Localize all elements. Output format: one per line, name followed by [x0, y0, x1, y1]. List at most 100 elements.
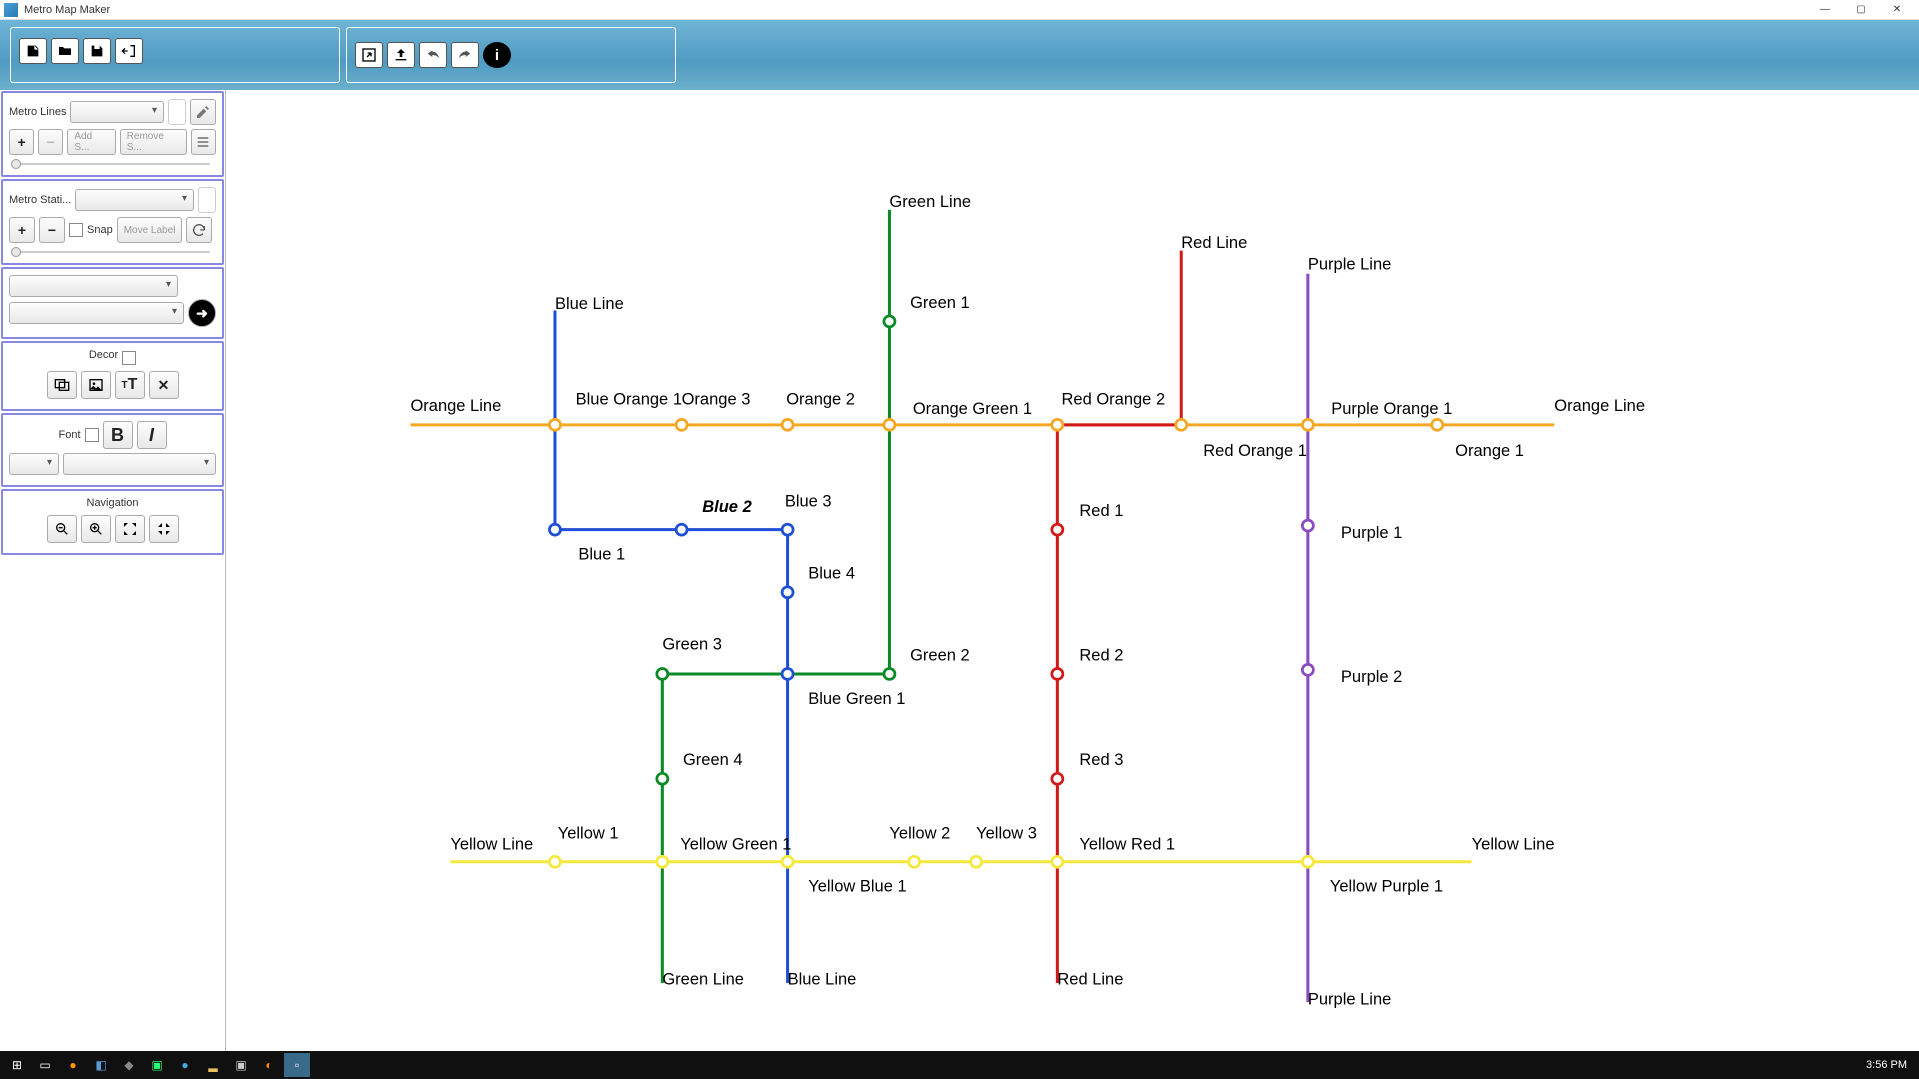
station-label[interactable]: Green 3 [662, 636, 722, 654]
station-marker[interactable] [657, 669, 668, 680]
station-label[interactable]: Blue 1 [578, 546, 625, 564]
background-color-button[interactable] [47, 371, 77, 399]
remove-line-button[interactable]: − [38, 129, 63, 155]
station-label[interactable]: Blue Orange 1 [576, 391, 682, 409]
open-button[interactable] [51, 38, 79, 64]
app-icon-4[interactable]: ● [172, 1053, 198, 1077]
station-label[interactable]: Red 1 [1079, 502, 1123, 520]
station-label[interactable]: Orange Green 1 [913, 400, 1032, 418]
find-route-button[interactable]: ➜ [188, 299, 216, 327]
station-label[interactable]: Yellow 3 [976, 825, 1037, 843]
station-marker[interactable] [884, 669, 895, 680]
station-marker[interactable] [782, 587, 793, 598]
station-size-slider[interactable] [9, 247, 216, 257]
station-marker[interactable] [1432, 419, 1443, 430]
station-label[interactable]: Red Orange 1 [1203, 442, 1307, 460]
font-family-dropdown[interactable] [63, 453, 216, 475]
rotate-label-button[interactable] [186, 217, 212, 243]
station-marker[interactable] [1052, 419, 1063, 430]
station-label[interactable]: Yellow Green 1 [680, 836, 791, 854]
station-marker[interactable] [657, 856, 668, 867]
station-marker[interactable] [1302, 664, 1313, 675]
station-label[interactable]: Yellow 1 [558, 825, 619, 843]
station-label[interactable]: Green 2 [910, 646, 970, 664]
station-label[interactable]: Blue Green 1 [808, 690, 905, 708]
station-marker[interactable] [1052, 773, 1063, 784]
maximize-button[interactable]: ▢ [1843, 0, 1879, 20]
station-marker[interactable] [676, 524, 687, 535]
exit-button[interactable] [115, 38, 143, 64]
station-marker[interactable] [782, 524, 793, 535]
station-marker[interactable] [549, 856, 560, 867]
station-marker[interactable] [1302, 856, 1313, 867]
add-station-button[interactable]: Add S... [67, 129, 115, 155]
font-color-swatch[interactable] [85, 428, 99, 442]
station-label[interactable]: Yellow 2 [889, 825, 950, 843]
station-label[interactable]: Blue 4 [808, 565, 855, 583]
expand-button[interactable] [115, 515, 145, 543]
station-label[interactable]: Yellow Purple 1 [1330, 878, 1443, 896]
export-button[interactable] [355, 42, 383, 68]
station-marker[interactable] [549, 524, 560, 535]
app-icon-5[interactable]: ▣ [228, 1053, 254, 1077]
snap-checkbox[interactable] [69, 223, 83, 237]
font-size-dropdown[interactable] [9, 453, 59, 475]
route-to-dropdown[interactable] [9, 302, 184, 324]
list-lines-button[interactable] [191, 129, 216, 155]
station-label[interactable]: Green 4 [683, 751, 743, 769]
station-label[interactable]: Red 3 [1079, 751, 1123, 769]
zoom-out-button[interactable] [47, 515, 77, 543]
undo-button[interactable] [419, 42, 447, 68]
station-marker[interactable] [782, 419, 793, 430]
app-icon-6[interactable]: ◐ [256, 1053, 282, 1077]
firefox-icon[interactable]: ● [60, 1053, 86, 1077]
station-label[interactable]: Blue 3 [785, 493, 832, 511]
station-label[interactable]: Purple 2 [1341, 668, 1402, 686]
add-station-btn[interactable]: + [9, 217, 35, 243]
app-icon-3[interactable]: ▣ [144, 1053, 170, 1077]
line-thickness-slider[interactable] [9, 159, 216, 169]
station-marker[interactable] [1176, 419, 1187, 430]
app-icon-2[interactable]: ◆ [116, 1053, 142, 1077]
station-marker[interactable] [782, 669, 793, 680]
app-icon-1[interactable]: ◧ [88, 1053, 114, 1077]
station-label[interactable]: Orange 1 [1455, 442, 1524, 460]
station-marker[interactable] [782, 856, 793, 867]
station-marker[interactable] [1052, 856, 1063, 867]
collapse-button[interactable] [149, 515, 179, 543]
station-marker[interactable] [1052, 524, 1063, 535]
start-button[interactable]: ⊞ [4, 1053, 30, 1077]
explorer-icon[interactable]: ▂ [200, 1053, 226, 1077]
station-label[interactable]: Red 2 [1079, 646, 1123, 664]
task-view-button[interactable]: ▭ [32, 1053, 58, 1077]
station-marker[interactable] [1302, 520, 1313, 531]
station-marker[interactable] [549, 419, 560, 430]
text-button[interactable]: TT [115, 371, 145, 399]
station-marker[interactable] [884, 419, 895, 430]
metro-stations-dropdown[interactable] [75, 189, 194, 211]
remove-station-btn[interactable]: − [39, 217, 65, 243]
bold-button[interactable]: B [103, 421, 133, 449]
metro-line[interactable] [662, 210, 889, 983]
italic-button[interactable]: I [137, 421, 167, 449]
station-marker[interactable] [884, 316, 895, 327]
map-canvas[interactable]: Orange LineOrange LineBlue LineBlue Line… [226, 90, 1919, 1051]
close-button[interactable]: ✕ [1879, 0, 1915, 20]
move-label-button[interactable]: Move Label [117, 217, 183, 243]
metro-line[interactable] [1057, 251, 1181, 983]
station-label[interactable]: Yellow Blue 1 [808, 878, 906, 896]
route-from-dropdown[interactable] [9, 275, 178, 297]
station-label[interactable]: Blue 2 [702, 498, 752, 516]
image-button[interactable] [81, 371, 111, 399]
station-label[interactable]: Orange 2 [786, 391, 855, 409]
current-app-icon[interactable]: ▫ [284, 1053, 310, 1077]
import-button[interactable] [387, 42, 415, 68]
station-label[interactable]: Purple Orange 1 [1331, 400, 1452, 418]
minimize-button[interactable]: — [1807, 0, 1843, 20]
station-marker[interactable] [676, 419, 687, 430]
decor-checkbox[interactable] [122, 351, 136, 365]
line-color-swatch[interactable] [168, 99, 186, 125]
add-line-button[interactable]: + [9, 129, 34, 155]
station-label[interactable]: Orange 3 [682, 391, 751, 409]
metro-lines-dropdown[interactable] [70, 101, 164, 123]
